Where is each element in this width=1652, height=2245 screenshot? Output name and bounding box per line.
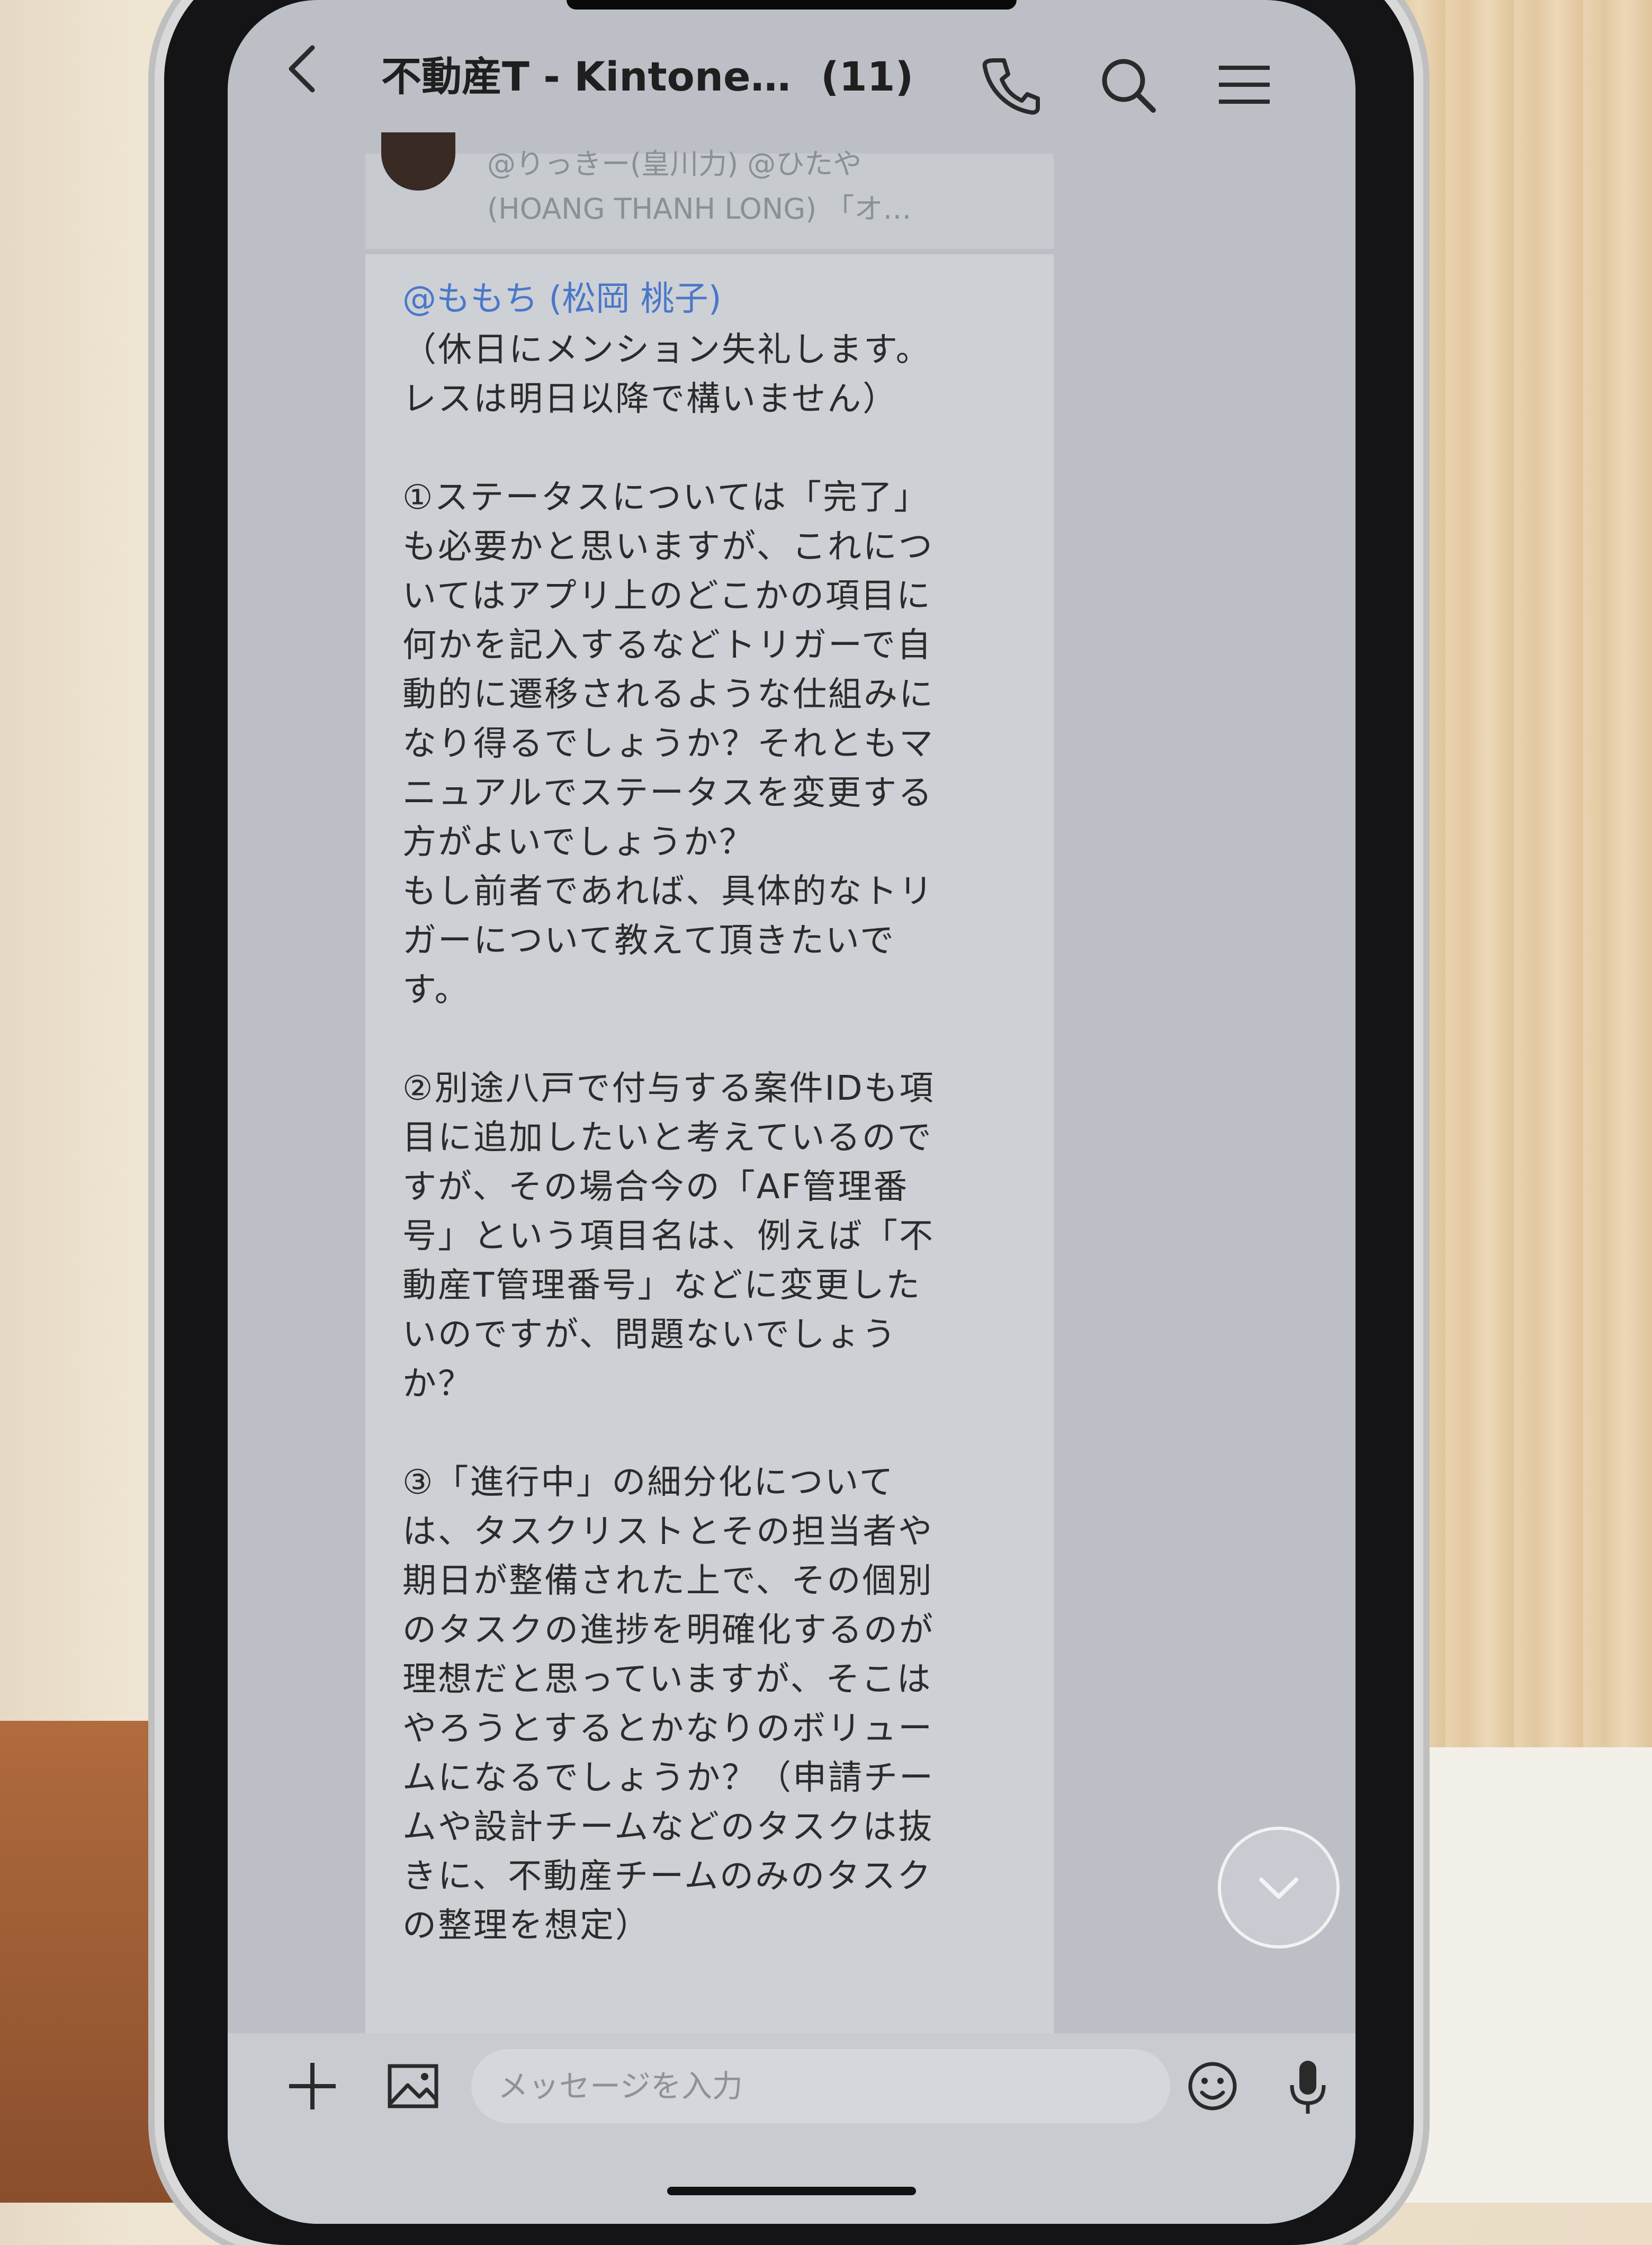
search-icon[interactable] xyxy=(1096,53,1160,116)
chat-screen: 不動産T - Kintone… (11) @りっきー(皇川力) @ひたや (HO… xyxy=(228,0,1355,2224)
scroll-to-bottom-button[interactable] xyxy=(1218,1827,1340,1948)
notch xyxy=(567,0,1017,10)
chevron-down-icon xyxy=(1259,1878,1298,1899)
phone-frame: 不動産T - Kintone… (11) @りっきー(皇川力) @ひたや (HO… xyxy=(164,0,1414,2245)
image-icon[interactable] xyxy=(381,2054,445,2118)
home-indicator xyxy=(667,2187,916,2195)
quoted-message-line: @りっきー(皇川力) @ひたや xyxy=(487,147,862,181)
member-count: (11) xyxy=(821,53,914,100)
chevron-left-icon[interactable] xyxy=(281,42,323,95)
message-input[interactable] xyxy=(471,2049,1170,2123)
message-text: （休日にメンション失礼します。 レスは明日以降で構いません） ①ステータスについ… xyxy=(402,330,935,1945)
mention-link[interactable]: @ももち (松岡 桃子) xyxy=(402,275,1038,323)
emoji-icon[interactable] xyxy=(1181,2054,1244,2118)
mic-icon[interactable] xyxy=(1276,2054,1340,2118)
quoted-message-line: (HOANG THANH LONG) 「オ… xyxy=(487,192,912,226)
plus-icon[interactable] xyxy=(281,2054,344,2118)
phone-icon[interactable] xyxy=(980,53,1043,116)
menu-icon[interactable] xyxy=(1213,53,1276,116)
